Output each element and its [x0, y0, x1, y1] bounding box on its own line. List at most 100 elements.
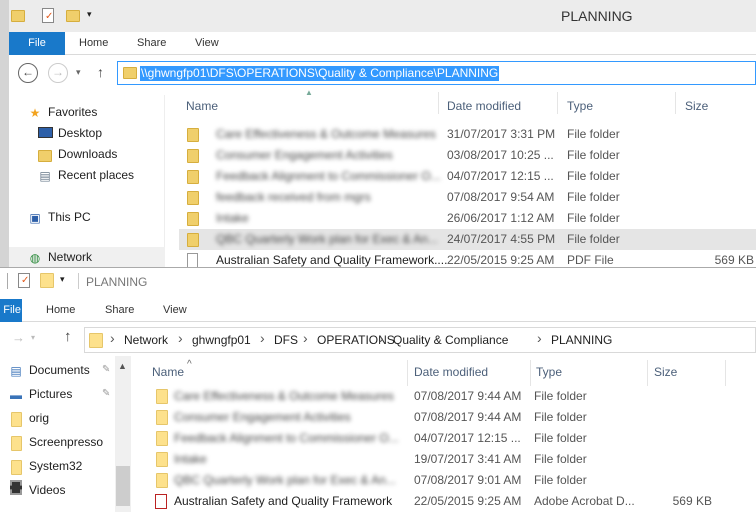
- column-type[interactable]: Type: [567, 99, 593, 113]
- tab-file[interactable]: File: [9, 32, 65, 55]
- tab-view[interactable]: View: [195, 32, 219, 55]
- folder-icon: [8, 457, 24, 477]
- address-bar[interactable]: \\ghwngfp01\DFS\OPERATIONS\Quality & Com…: [117, 61, 756, 85]
- file-name: Feedback Alignment to Commissioner O...: [216, 169, 441, 183]
- file-row[interactable]: Consumer Engagement Activities 03/08/2017…: [179, 145, 756, 166]
- nav-documents[interactable]: ▤ Documents ✎: [8, 360, 110, 380]
- file-row[interactable]: feedback received from mgrs 07/08/2017 9:…: [179, 187, 756, 208]
- column-name[interactable]: Name: [152, 365, 184, 379]
- back-button[interactable]: ←: [18, 63, 38, 83]
- tab-share[interactable]: Share: [137, 32, 166, 55]
- file-row[interactable]: Intake 19/07/2017 3:41 AM File folder: [150, 449, 750, 470]
- file-row[interactable]: Australian Safety and Quality Framework.…: [179, 250, 756, 268]
- column-date-modified[interactable]: Date modified: [447, 99, 521, 113]
- breadcrumb-chevron-icon[interactable]: ›: [303, 330, 308, 346]
- pin-icon[interactable]: ✎: [102, 360, 110, 380]
- column-type[interactable]: Type: [536, 365, 562, 379]
- folder-icon: [187, 170, 199, 184]
- nav-desktop[interactable]: Desktop: [37, 123, 102, 143]
- nav-pictures[interactable]: ▬ Pictures ✎: [8, 384, 110, 404]
- recent-places-icon: ▤: [39, 168, 51, 183]
- breadcrumb-item[interactable]: DFS: [274, 333, 298, 347]
- column-size[interactable]: Size: [654, 365, 677, 379]
- file-row[interactable]: Feedback Alignment to Commissioner O... 0…: [179, 166, 756, 187]
- nav-favorites[interactable]: ★ Favorites: [27, 102, 98, 122]
- customize-dropdown-icon[interactable]: ▾: [60, 274, 65, 285]
- network-icon: ◍: [29, 250, 41, 265]
- breadcrumb-chevron-icon[interactable]: ›: [178, 330, 183, 346]
- file-row[interactable]: QBC Quarterly Work plan for Exec & An...…: [179, 229, 756, 250]
- scroll-thumb[interactable]: [116, 466, 130, 506]
- properties-icon[interactable]: ✓: [42, 8, 54, 23]
- tab-home[interactable]: Home: [46, 299, 75, 322]
- nav-this-pc[interactable]: ▣ This PC: [27, 207, 90, 227]
- address-bar[interactable]: › Network › ghwngfp01 › DFS › OPERATIONS › Qualit…: [84, 327, 756, 353]
- customize-dropdown-icon[interactable]: ▾: [87, 9, 92, 20]
- nav-recent-places[interactable]: ▤ Recent places: [37, 165, 134, 185]
- address-input[interactable]: \\ghwngfp01\DFS\OPERATIONS\Quality & Com…: [140, 66, 500, 81]
- file-row[interactable]: Intake 26/06/2017 1:12 AM File folder: [179, 208, 756, 229]
- file-date: 07/08/2017 9:44 AM: [414, 389, 522, 403]
- file-row[interactable]: QBC Quarterly Work plan for Exec & An...…: [150, 470, 750, 491]
- properties-icon[interactable]: ✓: [18, 273, 30, 288]
- file-date: 19/07/2017 3:41 AM: [414, 452, 522, 466]
- scroll-up-icon[interactable]: ▲: [118, 361, 127, 371]
- column-size[interactable]: Size: [685, 99, 708, 113]
- file-row[interactable]: Consumer Engagement Activities 07/08/2017…: [150, 407, 750, 428]
- file-row[interactable]: Feedback Alignment to Commissioner O... 0…: [150, 428, 750, 449]
- up-button[interactable]: ↑: [64, 328, 72, 345]
- column-name[interactable]: Name: [186, 99, 218, 113]
- pin-icon[interactable]: ✎: [102, 384, 110, 404]
- file-type: File folder: [567, 169, 620, 183]
- file-row[interactable]: Australian Safety and Quality Framework 2…: [150, 491, 750, 512]
- file-date: 07/08/2017 9:44 AM: [414, 410, 522, 424]
- new-folder-icon[interactable]: [66, 10, 80, 22]
- folder-icon: [11, 10, 25, 22]
- nav-system32[interactable]: System32: [8, 456, 82, 476]
- breadcrumb-item[interactable]: Network: [124, 333, 168, 347]
- forward-button[interactable]: →: [12, 330, 25, 345]
- file-row[interactable]: Care Effectiveness & Outcome Measures 31/…: [179, 124, 756, 145]
- tab-file[interactable]: File: [0, 299, 22, 322]
- folder-icon: [8, 409, 24, 429]
- new-folder-icon[interactable]: [40, 273, 54, 288]
- breadcrumb-item[interactable]: ghwngfp01: [192, 333, 251, 347]
- tab-view[interactable]: View: [163, 299, 187, 322]
- tab-share[interactable]: Share: [105, 299, 134, 322]
- file-name: QBC Quarterly Work plan for Exec & An...: [174, 473, 396, 487]
- folder-icon: [156, 410, 168, 425]
- file-type: Adobe Acrobat D...: [534, 494, 635, 508]
- breadcrumb-chevron-icon[interactable]: ›: [379, 330, 384, 346]
- file-date: 24/07/2017 4:55 PM: [447, 232, 556, 246]
- breadcrumb-chevron-icon[interactable]: ›: [260, 330, 265, 346]
- file-type: File folder: [534, 473, 587, 487]
- breadcrumb-chevron-icon[interactable]: ›: [110, 330, 115, 346]
- column-date-modified[interactable]: Date modified: [414, 365, 488, 379]
- breadcrumb-item[interactable]: PLANNING: [551, 333, 612, 347]
- recent-locations-dropdown[interactable]: ▾: [31, 333, 35, 342]
- nav-label: Recent places: [58, 168, 135, 182]
- file-row[interactable]: Care Effectiveness & Outcome Measures 07/…: [150, 386, 750, 407]
- nav-label: orig: [29, 411, 50, 425]
- folder-icon: [89, 333, 103, 348]
- recent-locations-dropdown[interactable]: ▾: [76, 67, 81, 78]
- nav-screenpresso[interactable]: Screenpresso: [8, 432, 103, 452]
- nav-label: Desktop: [58, 126, 103, 140]
- nav-network[interactable]: ◍ Network: [9, 247, 165, 267]
- nav-label: Documents: [29, 363, 90, 377]
- nav-downloads[interactable]: Downloads: [37, 144, 117, 164]
- forward-button[interactable]: →: [48, 63, 68, 83]
- breadcrumb-item[interactable]: Quality & Compliance: [393, 333, 508, 347]
- nav-videos[interactable]: Videos: [8, 480, 65, 500]
- up-button[interactable]: ↑: [97, 64, 104, 80]
- file-size: 569 KB: [672, 494, 712, 508]
- file-name: Consumer Engagement Activities: [216, 148, 393, 162]
- tab-home[interactable]: Home: [79, 32, 108, 55]
- breadcrumb-chevron-icon[interactable]: ›: [537, 330, 542, 346]
- file-date: 22/05/2015 9:25 AM: [447, 253, 555, 267]
- nav-label: Videos: [29, 483, 66, 497]
- nav-orig[interactable]: orig: [8, 408, 49, 428]
- videos-icon: [8, 480, 24, 501]
- file-date: 03/08/2017 10:25 ...: [447, 148, 554, 162]
- nav-scrollbar[interactable]: ▲: [115, 356, 131, 512]
